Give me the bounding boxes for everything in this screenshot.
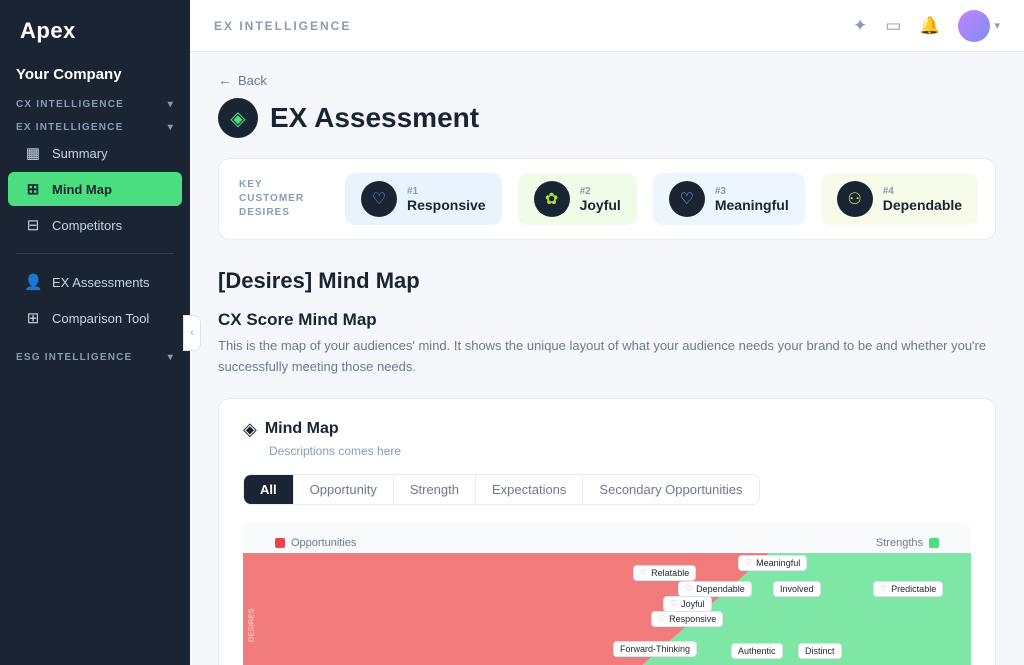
desire-3-label: Meaningful <box>715 197 789 213</box>
legend-strengths: Strengths <box>876 537 939 549</box>
card-desc: Descriptions comes here <box>269 444 971 458</box>
node-joyful: ♡Joyful <box>663 596 712 612</box>
filter-tab-all[interactable]: All <box>244 475 294 504</box>
node-responsive: ♡Responsive <box>651 611 723 627</box>
desire-card-4: ⚇ #4 Dependable <box>821 173 978 225</box>
desire-2-icon: ✿ <box>534 181 570 217</box>
back-link[interactable]: ← Back <box>218 72 996 88</box>
desire-1-num: #1 <box>407 186 486 197</box>
sidebar-toggle-button[interactable]: ‹ <box>183 315 201 351</box>
topbar: EX INTELLIGENCE ✦ ▭ 🔔 ▾ <box>190 0 1024 52</box>
company-name: Your Company <box>0 58 190 95</box>
ex-assessments-icon: 👤 <box>24 273 42 291</box>
user-chevron-icon: ▾ <box>994 19 1000 32</box>
mind-map-visualization: Opportunities Strengths <box>243 523 971 665</box>
summary-icon: ▦ <box>24 144 42 162</box>
esg-section-header[interactable]: ESG INTELLIGENCE ▾ <box>0 348 190 365</box>
main-content: EX INTELLIGENCE ✦ ▭ 🔔 ▾ ← Back ◈ <box>190 0 1024 665</box>
node-distinct: Distinct <box>798 643 842 659</box>
bell-icon[interactable]: 🔔 <box>919 16 940 36</box>
avatar <box>958 10 990 42</box>
ex-chevron-icon: ▾ <box>168 122 174 133</box>
desire-card-2: ✿ #2 Joyful <box>518 173 637 225</box>
back-arrow-icon: ← <box>218 72 232 88</box>
desire-card-1: ♡ #1 Responsive <box>345 173 502 225</box>
chart-legend: Opportunities Strengths <box>259 529 955 557</box>
desire-4-icon: ⚇ <box>837 181 873 217</box>
node-dependable: ♡Dependable <box>678 581 752 597</box>
node-relatable: ♡Relatable <box>633 565 696 581</box>
cx-section-header[interactable]: CX INTELLIGENCE ▾ <box>0 95 190 112</box>
card-title: Mind Map <box>265 420 339 438</box>
cx-score-title: CX Score Mind Map <box>218 310 996 330</box>
sidebar-divider <box>16 253 174 254</box>
cx-chevron-icon: ▾ <box>168 99 174 110</box>
desire-1-label: Responsive <box>407 197 486 213</box>
desire-3-num: #3 <box>715 186 789 197</box>
ex-section-header[interactable]: EX INTELLIGENCE ▾ <box>0 118 190 135</box>
esg-chevron-icon: ▾ <box>168 352 174 363</box>
legend-opportunities: Opportunities <box>275 537 356 549</box>
comparison-tool-icon: ⊞ <box>24 309 42 327</box>
strengths-legend-dot <box>929 538 939 548</box>
mind-map-card-header: ◈ Mind Map <box>243 419 971 440</box>
sidebar-item-comparison-tool[interactable]: ⊞ Comparison Tool <box>8 301 182 335</box>
node-predictable: ♡Predictable <box>873 581 943 597</box>
topbar-actions: ✦ ▭ 🔔 ▾ <box>853 10 1000 42</box>
sidebar-item-ex-assessments[interactable]: 👤 EX Assessments <box>8 265 182 299</box>
filter-tab-secondary[interactable]: Secondary Opportunities <box>583 475 758 504</box>
sidebar: Apex Your Company CX INTELLIGENCE ▾ EX I… <box>0 0 190 665</box>
desires-bar-label: KEY CUSTOMER DESIRES <box>239 178 329 220</box>
mind-map-icon: ⊞ <box>24 180 42 198</box>
filter-tab-strength[interactable]: Strength <box>394 475 476 504</box>
filter-tab-expectations[interactable]: Expectations <box>476 475 583 504</box>
desire-3-icon: ♡ <box>669 181 705 217</box>
sidebar-item-mind-map[interactable]: ⊞ Mind Map <box>8 172 182 206</box>
desire-2-num: #2 <box>580 186 621 197</box>
app-logo: Apex <box>0 0 190 58</box>
filter-tab-opportunity[interactable]: Opportunity <box>294 475 394 504</box>
topbar-title: EX INTELLIGENCE <box>214 19 351 33</box>
network-icon[interactable]: ✦ <box>853 16 867 36</box>
page-header-icon: ◈ <box>218 98 258 138</box>
node-forward-thinking: Forward-Thinking <box>613 641 697 657</box>
opportunities-legend-dot <box>275 538 285 548</box>
desire-1-icon: ♡ <box>361 181 397 217</box>
card-diamond-icon: ◈ <box>243 419 257 440</box>
desire-card-3: ♡ #3 Meaningful <box>653 173 805 225</box>
competitors-icon: ⊟ <box>24 216 42 234</box>
node-involved: Involved <box>773 581 821 597</box>
page-header: ◈ EX Assessment <box>218 98 996 138</box>
sidebar-item-summary[interactable]: ▦ Summary <box>8 136 182 170</box>
node-authentic: Authentic <box>731 643 783 659</box>
desire-4-label: Dependable <box>883 197 962 213</box>
node-meaningful: ♡Meaningful <box>738 555 807 571</box>
monitor-icon[interactable]: ▭ <box>885 16 901 36</box>
desire-2-label: Joyful <box>580 197 621 213</box>
cx-score-desc: This is the map of your audiences' mind.… <box>218 336 996 378</box>
page-title: EX Assessment <box>270 102 479 134</box>
desire-4-num: #4 <box>883 186 962 197</box>
filter-tabs: All Opportunity Strength Expectations Se… <box>243 474 760 505</box>
mind-map-card: ◈ Mind Map Descriptions comes here All O… <box>218 398 996 665</box>
content-area: ← Back ◈ EX Assessment KEY CUSTOMER DESI… <box>190 52 1024 665</box>
desires-bar: KEY CUSTOMER DESIRES ♡ #1 Responsive ✿ <box>218 158 996 240</box>
mind-map-section-title: [Desires] Mind Map <box>218 268 996 294</box>
sidebar-item-competitors[interactable]: ⊟ Competitors <box>8 208 182 242</box>
user-menu[interactable]: ▾ <box>958 10 1000 42</box>
diamond-icon: ◈ <box>230 106 245 131</box>
